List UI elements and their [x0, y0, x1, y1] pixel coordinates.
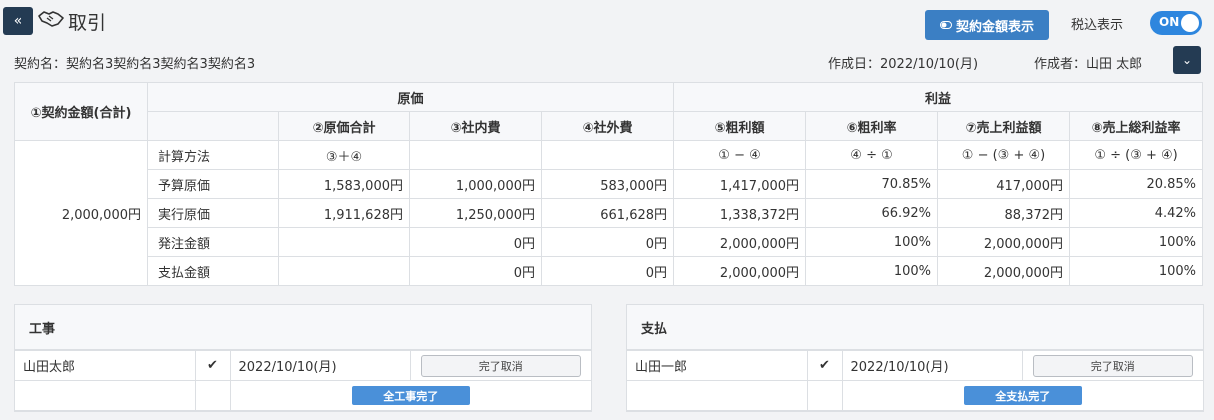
row-label: 発注金額 [147, 227, 279, 257]
construction-cancel-button[interactable]: 完了取消 [420, 354, 581, 377]
contract-amount-display-button[interactable]: 契約金額表示 [925, 10, 1049, 40]
table-cell: 88,372円 [937, 198, 1071, 228]
check-icon: ✔ [194, 350, 231, 381]
table-cell: 20.85% [1069, 169, 1204, 199]
table-cell: 2,000,000円 [673, 256, 807, 286]
profit-table: ①契約金額(合計) 原価 利益 ②原価合計 ③社内費 ④社外費 ⑤粗利額 ⑥粗利… [14, 82, 1204, 286]
table-cell: ④ ÷ ① [805, 140, 939, 170]
table-cell: 1,417,000円 [673, 169, 807, 199]
table-cell: ① − ④ [673, 140, 807, 170]
table-cell: 2,000,000円 [673, 227, 807, 257]
payment-panel: 支払 山田一郎 ✔ 2022/10/10(月) 完了取消 全支払完了 [626, 304, 1204, 412]
page-title: 取引 [68, 11, 107, 34]
construction-panel: 工事 山田太郎 ✔ 2022/10/10(月) 完了取消 全工事完了 [14, 304, 592, 412]
contract-amount-header: ①契約金額(合計) [14, 82, 148, 141]
column-header: ⑧売上総利益率 [1069, 111, 1204, 141]
toggle-state-label: ON [1159, 15, 1180, 29]
table-row: 支払金額 0円 0円 2,000,000円 100% 2,000,000円 10… [15, 256, 1204, 286]
contract-name: 契約名：契約名3契約名3契約名3契約名3 [14, 57, 256, 72]
table-cell: 2,000,000円 [937, 256, 1071, 286]
column-header: ⑦売上利益額 [937, 111, 1071, 141]
table-cell: 4.42% [1069, 198, 1204, 228]
row-label: 計算方法 [147, 140, 279, 170]
table-cell: 1,911,628円 [278, 198, 410, 228]
table-cell: 0円 [409, 256, 542, 286]
column-header: ④社外費 [540, 111, 675, 141]
table-cell [278, 256, 410, 286]
toggle-small-icon [939, 18, 952, 33]
column-header-row: ②原価合計 ③社内費 ④社外費 ⑤粗利額 ⑥粗利率 ⑦売上利益額 ⑧売上総利益率 [15, 111, 1204, 141]
construction-person: 山田太郎 [15, 350, 196, 381]
row-label: 実行原価 [147, 198, 279, 228]
table-cell: 0円 [540, 227, 675, 257]
table-cell: 1,000,000円 [409, 169, 542, 199]
table-row: 実行原価 1,911,628円 1,250,000円 661,628円 1,33… [15, 198, 1204, 228]
handshake-icon [38, 10, 64, 32]
payment-cancel-button[interactable]: 完了取消 [1032, 354, 1193, 377]
table-cell: 661,628円 [540, 198, 675, 228]
completion-row: 山田太郎 ✔ 2022/10/10(月) 完了取消 [15, 350, 591, 381]
table-cell: ① − (③ + ④) [937, 140, 1071, 170]
author: 作成者：山田 太郎 [1034, 57, 1143, 72]
row-label: 予算原価 [147, 169, 279, 199]
table-cell: 2,000,000円 [937, 227, 1071, 257]
column-header: ⑥粗利率 [805, 111, 939, 141]
construction-panel-title: 工事 [15, 305, 591, 350]
column-header: ⑤粗利額 [673, 111, 807, 141]
tax-included-toggle[interactable]: ON [1150, 11, 1202, 35]
all-construction-complete-button[interactable]: 全工事完了 [351, 386, 470, 405]
double-chevron-left-icon: « [13, 13, 23, 29]
table-cell: 417,000円 [937, 169, 1071, 199]
row-label: 支払金額 [147, 256, 279, 286]
payment-date: 2022/10/10(月) [841, 350, 1023, 381]
all-payment-complete-button[interactable]: 全支払完了 [963, 386, 1082, 405]
table-cell: 1,250,000円 [409, 198, 542, 228]
table-cell: 583,000円 [540, 169, 675, 199]
column-header: ②原価合計 [278, 111, 410, 141]
table-cell: ① ÷ (③ + ④) [1069, 140, 1204, 170]
table-cell: 100% [1069, 256, 1204, 286]
payment-panel-title: 支払 [627, 305, 1203, 350]
created-date: 作成日：2022/10/10(月) [828, 57, 979, 72]
page-title-area: 取引 [38, 7, 106, 35]
table-cell: 100% [805, 256, 939, 286]
table-row: 予算原価 1,583,000円 1,000,000円 583,000円 1,41… [15, 169, 1204, 199]
column-header [147, 111, 279, 141]
table-cell: 1,338,372円 [673, 198, 807, 228]
cost-group-header: 原価 [146, 82, 675, 112]
completion-action-row: 全工事完了 [15, 380, 591, 411]
table-cell [409, 140, 542, 170]
table-cell: 100% [805, 227, 939, 257]
table-row: 発注金額 0円 0円 2,000,000円 100% 2,000,000円 10… [15, 227, 1204, 257]
contract-amount-value: 2,000,000円 [14, 140, 148, 286]
construction-date: 2022/10/10(月) [229, 350, 411, 381]
column-header: ③社内費 [409, 111, 542, 141]
table-cell: 100% [1069, 227, 1204, 257]
tax-included-label: 税込表示 [1071, 18, 1124, 33]
profit-group-header: 利益 [673, 82, 1204, 112]
completion-row: 山田一郎 ✔ 2022/10/10(月) 完了取消 [627, 350, 1203, 381]
table-cell: 70.85% [805, 169, 939, 199]
contract-amount-display-label: 契約金額表示 [955, 19, 1034, 35]
table-cell: 0円 [409, 227, 542, 257]
toggle-knob [1181, 14, 1199, 32]
table-cell: 66.92% [805, 198, 939, 228]
table-cell: 0円 [540, 256, 675, 286]
table-row: 2,000,000円 計算方法 ③＋④ ① − ④ ④ ÷ ① ① − (③ +… [14, 140, 1204, 286]
table-cell [278, 227, 410, 257]
double-chevron-down-icon: ⌄ [1181, 53, 1193, 67]
table-cell: ③＋④ [278, 140, 410, 170]
expand-button[interactable]: ⌄ [1173, 46, 1201, 74]
check-icon: ✔ [806, 350, 843, 381]
back-button[interactable]: « [3, 7, 33, 35]
completion-action-row: 全支払完了 [627, 380, 1203, 411]
table-cell: 1,583,000円 [278, 169, 410, 199]
table-cell [540, 140, 675, 170]
payment-person: 山田一郎 [627, 350, 808, 381]
